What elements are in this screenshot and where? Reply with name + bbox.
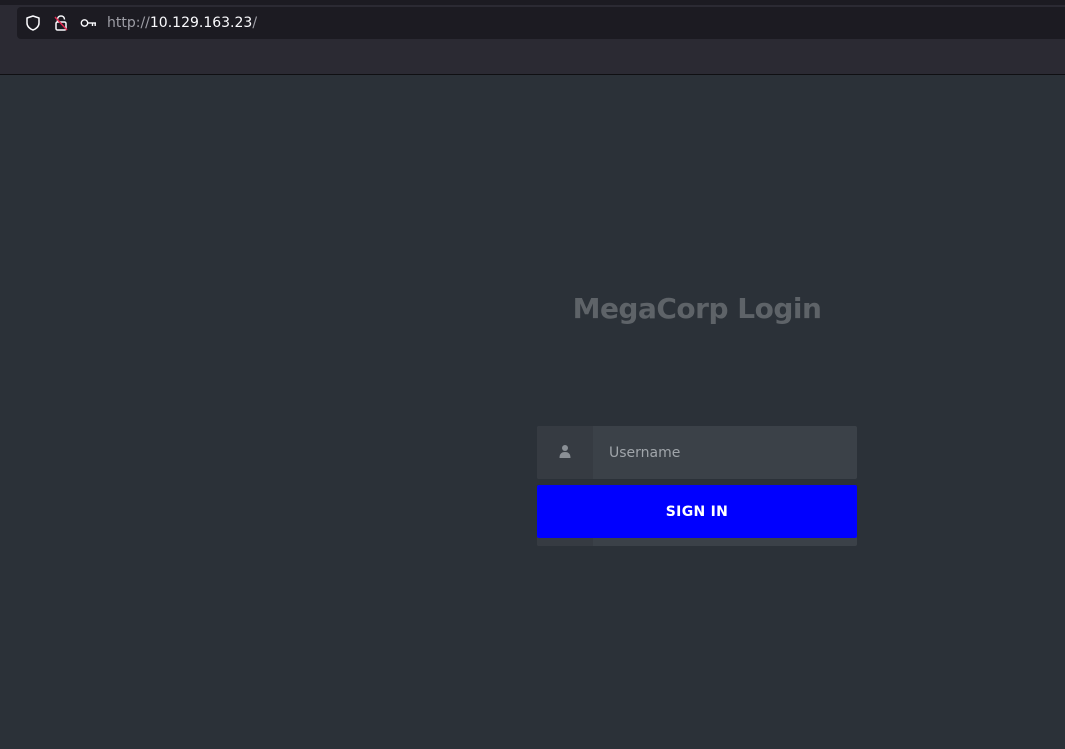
- browser-chrome: http://10.129.163.23/: [0, 0, 1065, 75]
- username-addon: [537, 426, 593, 479]
- url-scheme: http://: [107, 15, 150, 31]
- insecure-lock-icon[interactable]: [52, 14, 70, 32]
- address-bar[interactable]: http://10.129.163.23/: [17, 7, 1065, 39]
- url-host: 10.129.163.23: [149, 15, 253, 31]
- sign-in-button[interactable]: SIGN IN: [537, 485, 857, 538]
- login-title: MegaCorp Login: [572, 292, 822, 325]
- user-icon: [559, 443, 571, 462]
- username-field[interactable]: [537, 426, 857, 479]
- key-icon[interactable]: [80, 14, 98, 32]
- tab-strip: [0, 0, 1065, 5]
- shield-icon[interactable]: [24, 14, 42, 32]
- username-input[interactable]: [593, 426, 857, 479]
- url-path: /: [252, 15, 258, 31]
- page-content: [0, 75, 1065, 749]
- url-text[interactable]: http://10.129.163.23/: [107, 14, 257, 32]
